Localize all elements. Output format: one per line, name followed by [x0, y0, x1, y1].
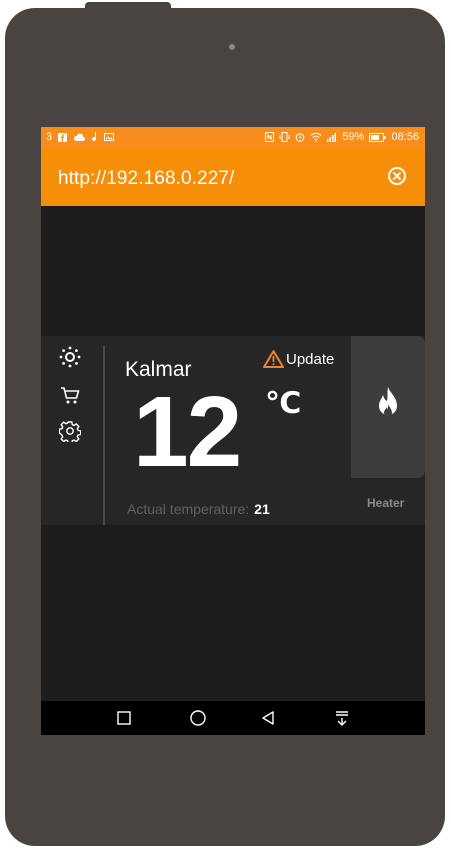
- status-right-icons: 59% 08:56: [265, 131, 419, 143]
- vibrate-icon: [279, 132, 290, 142]
- temperature-unit: ℃: [265, 387, 302, 420]
- square-recents-icon[interactable]: [117, 711, 131, 725]
- settings-gear-icon[interactable]: [59, 420, 81, 442]
- status-left-icons: 3: [46, 131, 115, 143]
- heater-toggle[interactable]: [351, 336, 425, 478]
- status-bar: 3 59% 08:56: [41, 127, 425, 148]
- side-divider: [103, 346, 105, 525]
- download-arrow-icon[interactable]: [335, 710, 349, 726]
- heater-label: Heater: [367, 496, 405, 510]
- music-note-icon: [92, 132, 97, 142]
- camera-dot: [229, 44, 235, 50]
- set-temperature: 12: [133, 376, 242, 488]
- browser-url-bar: http://192.168.0.227/: [41, 148, 425, 206]
- battery-icon: [369, 132, 386, 142]
- cloud-icon: [74, 133, 86, 141]
- brightness-icon[interactable]: [59, 346, 81, 368]
- status-carrier-number: 3: [46, 131, 53, 143]
- thermostat-card: Kalmar Update 12 ℃ Actual temperature: 2…: [41, 336, 425, 525]
- cart-icon[interactable]: [59, 384, 81, 406]
- facebook-icon: [58, 132, 68, 142]
- status-time: 08:56: [391, 131, 419, 143]
- android-nav-bar: [41, 701, 425, 735]
- battery-percent: 59%: [342, 131, 365, 143]
- side-menu: [41, 336, 103, 525]
- actual-temperature: Actual temperature: 21: [127, 501, 270, 517]
- image-icon: [104, 133, 115, 141]
- phone-screen: 3 59% 08:56 http://192.168.0.227/ Kalmar…: [41, 127, 425, 735]
- alarm-clock-icon: [296, 133, 305, 142]
- actual-temperature-value: 21: [254, 501, 270, 517]
- url-text[interactable]: http://192.168.0.227/: [58, 168, 234, 190]
- update-label: Update: [286, 350, 335, 368]
- triangle-back-icon[interactable]: [261, 711, 275, 725]
- update-button[interactable]: Update: [263, 350, 334, 368]
- nfc-icon: [265, 132, 275, 142]
- warning-triangle-icon: [263, 350, 284, 368]
- flame-icon: [379, 387, 397, 417]
- phone-top-bump: [85, 2, 171, 10]
- close-icon[interactable]: [388, 167, 406, 185]
- actual-temperature-label: Actual temperature:: [127, 501, 250, 517]
- wifi-icon: [311, 132, 322, 142]
- signal-icon: [327, 133, 337, 142]
- circle-home-icon[interactable]: [190, 710, 206, 726]
